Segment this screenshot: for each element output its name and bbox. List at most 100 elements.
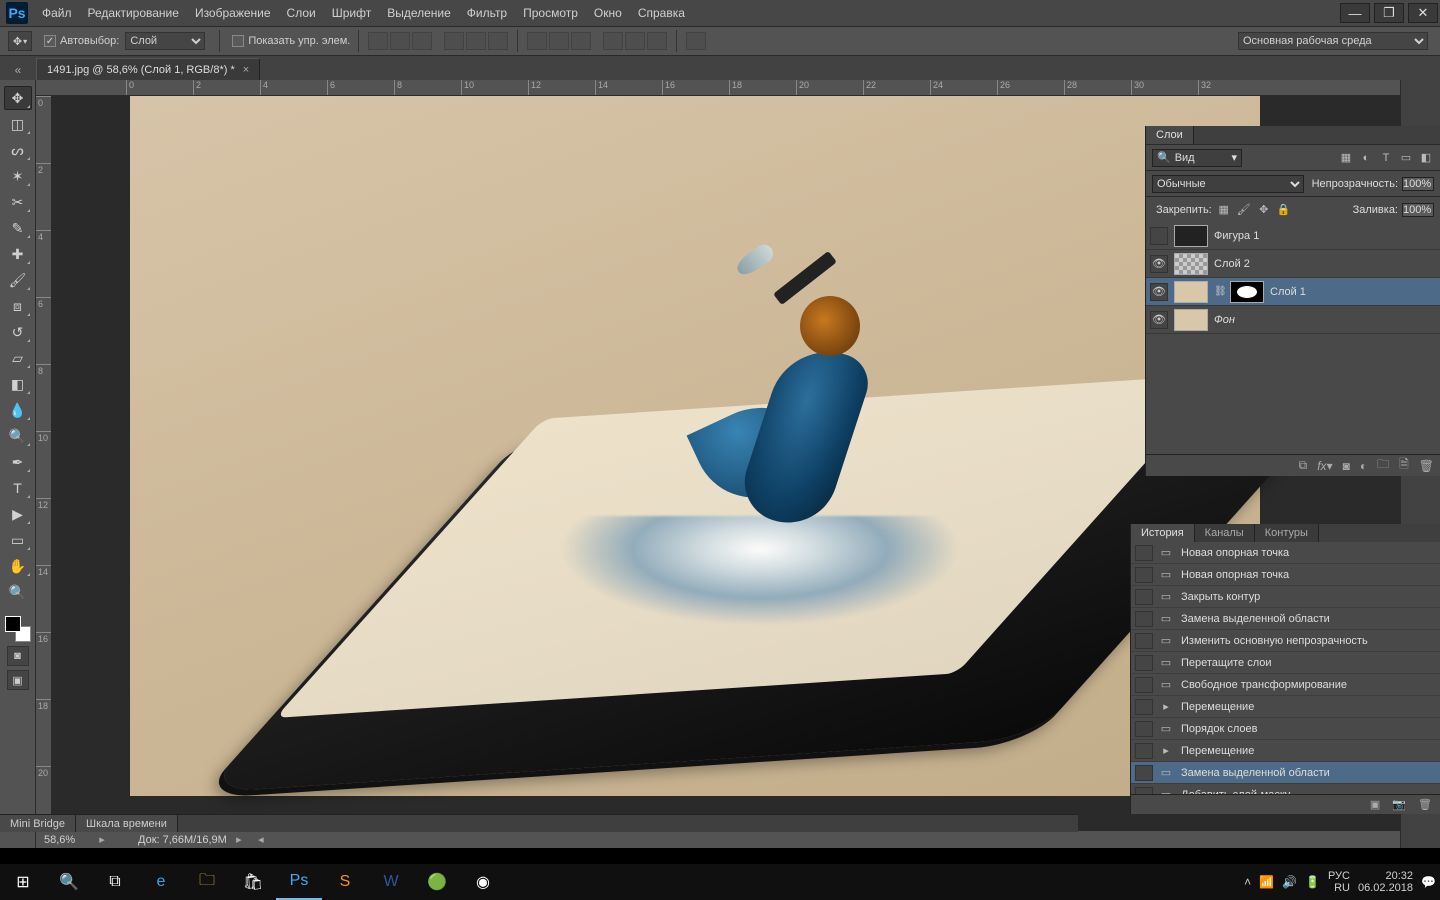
layer-name[interactable]: Слой 2 xyxy=(1214,258,1250,270)
marquee-tool[interactable]: ◫ xyxy=(4,112,32,136)
history-snapshot-toggle[interactable] xyxy=(1135,721,1153,737)
distribute-h2-button[interactable] xyxy=(549,32,569,50)
edge-app-icon[interactable]: e xyxy=(138,864,184,900)
layer-row[interactable]: 👁⛓Слой 1 xyxy=(1146,278,1440,306)
align-vcenter-button[interactable] xyxy=(466,32,486,50)
stamp-tool[interactable]: ⧈ xyxy=(4,294,32,318)
paths-tab[interactable]: Контуры xyxy=(1255,524,1319,542)
layer-mask-icon[interactable]: ◙ xyxy=(1343,459,1350,473)
align-right-button[interactable] xyxy=(412,32,432,50)
history-row[interactable]: ▭Новая опорная точка xyxy=(1131,542,1440,564)
search-button[interactable]: 🔍 xyxy=(46,864,92,900)
auto-select-checkbox[interactable]: ✓ xyxy=(44,35,56,47)
filter-adjust-icon[interactable]: ◐ xyxy=(1358,150,1374,166)
task-view-button[interactable]: ⧉ xyxy=(92,864,138,900)
layer-name[interactable]: Фон xyxy=(1214,314,1235,326)
move-tool-icon[interactable]: ✥▾ xyxy=(8,31,32,51)
history-row[interactable]: ▭Порядок слоев xyxy=(1131,718,1440,740)
delete-layer-icon[interactable]: 🗑 xyxy=(1419,459,1434,473)
zoom-menu-icon[interactable]: ▸ xyxy=(96,833,108,846)
distribute-v1-button[interactable] xyxy=(603,32,623,50)
align-bottom-button[interactable] xyxy=(488,32,508,50)
menu-file[interactable]: Файл xyxy=(34,0,80,26)
start-button[interactable]: ⊞ xyxy=(0,864,46,900)
sublime-app-icon[interactable]: S xyxy=(322,864,368,900)
history-row[interactable]: ▸Перемещение xyxy=(1131,740,1440,762)
lock-pixels-icon[interactable]: 🖌 xyxy=(1236,202,1252,218)
distribute-h3-button[interactable] xyxy=(571,32,591,50)
layer-visibility-icon[interactable]: 👁 xyxy=(1150,283,1168,301)
tray-date[interactable]: 06.02.2018 xyxy=(1358,882,1413,894)
layers-panel-tab[interactable]: Слои xyxy=(1146,126,1194,144)
lock-position-icon[interactable]: ✥ xyxy=(1256,202,1272,218)
vertical-ruler[interactable]: 02468101214161820 xyxy=(36,96,52,830)
crop-tool[interactable]: ✂ xyxy=(4,190,32,214)
photoshop-app-icon[interactable]: Ps xyxy=(276,864,322,900)
wifi-icon[interactable]: 📶 xyxy=(1259,875,1274,889)
history-row[interactable]: ▭Свободное трансформирование xyxy=(1131,674,1440,696)
layer-visibility-icon[interactable] xyxy=(1150,227,1168,245)
document-tab-close-icon[interactable]: × xyxy=(243,64,249,76)
create-doc-icon[interactable]: 📷 xyxy=(1392,798,1406,811)
history-snapshot-toggle[interactable] xyxy=(1135,787,1153,795)
store-app-icon[interactable]: 🛍 xyxy=(230,864,276,900)
quick-mask-button[interactable]: ◙ xyxy=(7,646,29,666)
show-controls-checkbox[interactable] xyxy=(232,35,244,47)
history-row[interactable]: ▭Замена выделенной области xyxy=(1131,608,1440,630)
layer-row[interactable]: 👁Слой 2 xyxy=(1146,250,1440,278)
layer-thumbnail[interactable] xyxy=(1174,253,1208,275)
chrome-app-icon[interactable]: ◉ xyxy=(460,864,506,900)
history-snapshot-toggle[interactable] xyxy=(1135,677,1153,693)
blur-tool[interactable]: 💧 xyxy=(4,398,32,422)
healing-tool[interactable]: ✚ xyxy=(4,242,32,266)
align-left-button[interactable] xyxy=(368,32,388,50)
hand-tool[interactable]: ✋ xyxy=(4,554,32,578)
new-layer-icon[interactable]: 🗎 xyxy=(1399,455,1409,476)
tray-overflow-icon[interactable]: ˄ xyxy=(1244,875,1251,889)
layer-visibility-icon[interactable]: 👁 xyxy=(1150,311,1168,329)
menu-type[interactable]: Шрифт xyxy=(324,0,379,26)
tray-time[interactable]: 20:32 xyxy=(1386,870,1414,882)
pen-tool[interactable]: ✒ xyxy=(4,450,32,474)
history-snapshot-toggle[interactable] xyxy=(1135,655,1153,671)
layer-group-icon[interactable]: 🗀 xyxy=(1377,455,1389,476)
skype-app-icon[interactable]: 🟢 xyxy=(414,864,460,900)
channels-tab[interactable]: Каналы xyxy=(1195,524,1255,542)
gradient-tool[interactable]: ◧ xyxy=(4,372,32,396)
align-hcenter-button[interactable] xyxy=(390,32,410,50)
history-row[interactable]: ▭Новая опорная точка xyxy=(1131,564,1440,586)
history-snapshot-toggle[interactable] xyxy=(1135,765,1153,781)
move-tool[interactable]: ✥ xyxy=(4,86,32,110)
distribute-v2-button[interactable] xyxy=(625,32,645,50)
scroll-left-icon[interactable]: ◂ xyxy=(255,833,267,846)
filter-shape-icon[interactable]: ▭ xyxy=(1398,150,1414,166)
tray-lang-2[interactable]: RU xyxy=(1334,882,1350,894)
eraser-tool[interactable]: ▱ xyxy=(4,346,32,370)
dodge-tool[interactable]: 🔍 xyxy=(4,424,32,448)
menu-select[interactable]: Выделение xyxy=(379,0,459,26)
layer-mask-thumbnail[interactable] xyxy=(1230,281,1264,303)
blend-mode-dropdown[interactable]: Обычные xyxy=(1152,175,1304,193)
menu-help[interactable]: Справка xyxy=(630,0,693,26)
layer-name[interactable]: Слой 1 xyxy=(1270,286,1306,298)
align-top-button[interactable] xyxy=(444,32,464,50)
history-snapshot-toggle[interactable] xyxy=(1135,611,1153,627)
shape-tool[interactable]: ▭ xyxy=(4,528,32,552)
window-close-button[interactable]: ✕ xyxy=(1408,3,1438,23)
layer-name[interactable]: Фигура 1 xyxy=(1214,230,1259,242)
history-row[interactable]: ▭Изменить основную непрозрачность xyxy=(1131,630,1440,652)
distribute-v3-button[interactable] xyxy=(647,32,667,50)
horizontal-ruler[interactable]: 02468101214161820222426283032 xyxy=(36,80,1400,96)
lock-all-icon[interactable]: 🔒 xyxy=(1276,202,1292,218)
history-snapshot-toggle[interactable] xyxy=(1135,589,1153,605)
history-snapshot-toggle[interactable] xyxy=(1135,567,1153,583)
battery-icon[interactable]: 🔋 xyxy=(1305,875,1320,889)
link-layers-icon[interactable]: ⧉ xyxy=(1299,458,1308,473)
path-select-tool[interactable]: ▶ xyxy=(4,502,32,526)
history-snapshot-toggle[interactable] xyxy=(1135,545,1153,561)
document-canvas[interactable] xyxy=(130,96,1260,796)
zoom-readout[interactable]: 58,6% xyxy=(36,834,96,846)
filter-smart-icon[interactable]: ◧ xyxy=(1418,150,1434,166)
layer-thumbnail[interactable] xyxy=(1174,225,1208,247)
document-tab[interactable]: 1491.jpg @ 58,6% (Слой 1, RGB/8*) * × xyxy=(36,58,260,80)
